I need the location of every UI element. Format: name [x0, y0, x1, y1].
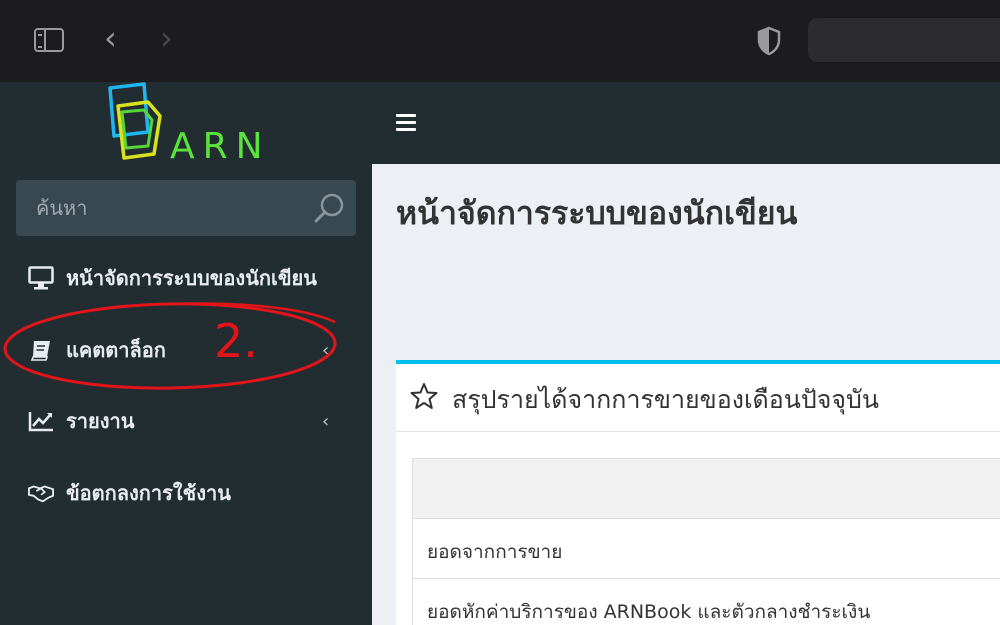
search-box	[16, 180, 356, 236]
sidebar-item-label: ข้อตกลงการใช้งาน	[66, 481, 231, 505]
revenue-summary-box: สรุปรายได้จากการขายของเดือนปัจจุบัน ยอดจ…	[396, 360, 1000, 625]
sidebar-toggle-icon[interactable]	[34, 28, 64, 52]
table-row: ยอดจากการขาย	[413, 519, 1000, 579]
forward-button[interactable]: ›	[160, 22, 173, 54]
sidebar-item-label: รายงาน	[66, 409, 135, 433]
table-cell: ยอดหักค่าบริการของ ARNBook และตัวกลางชำร…	[427, 601, 871, 623]
chevron-left-icon: ‹	[322, 339, 330, 361]
handshake-icon	[28, 480, 54, 506]
browser-toolbar: ‹ ›	[0, 0, 1000, 82]
search-icon[interactable]	[312, 190, 348, 230]
box-title: สรุปรายได้จากการขายของเดือนปัจจุบัน	[452, 385, 880, 414]
address-bar[interactable]	[808, 18, 1000, 62]
box-header: สรุปรายได้จากการขายของเดือนปัจจุบัน	[396, 364, 1000, 432]
revenue-table: ยอดจากการขาย ยอดหักค่าบริการของ ARNBook …	[412, 458, 1000, 625]
chevron-left-icon: ‹	[322, 410, 330, 432]
main-content: หน้าจัดการระบบของนักเขียน สรุปรายได้จากก…	[372, 164, 1000, 625]
table-cell: ยอดจากการขาย	[427, 541, 563, 563]
logo-wordmark: ARN	[170, 126, 271, 167]
main-header	[372, 82, 1000, 164]
shield-icon[interactable]	[756, 26, 782, 60]
sidebar-item-label: แคตตาล็อก	[66, 338, 166, 362]
sidebar-item-terms[interactable]: ข้อตกลงการใช้งาน	[0, 463, 372, 523]
sidebar-item-label: หน้าจัดการระบบของนักเขียน	[66, 266, 317, 290]
back-button[interactable]: ‹	[104, 22, 117, 54]
sidebar-item-catalog[interactable]: แคตตาล็อก ‹	[0, 320, 372, 380]
line-chart-icon	[28, 408, 54, 434]
book-icon	[28, 337, 54, 363]
table-row: ยอดหักค่าบริการของ ARNBook และตัวกลางชำร…	[413, 579, 1000, 625]
monitor-icon	[28, 265, 54, 291]
sidebar-item-dashboard[interactable]: หน้าจัดการระบบของนักเขียน	[0, 248, 372, 308]
search-input[interactable]	[16, 180, 306, 236]
table-header-row	[413, 459, 1000, 519]
star-icon	[410, 382, 438, 414]
sidebar-item-reports[interactable]: รายงาน ‹	[0, 391, 372, 451]
sidebar: ARN หน้าจัดการระบบของนักเขียน	[0, 82, 372, 625]
page-title: หน้าจัดการระบบของนักเขียน	[396, 194, 798, 232]
hamburger-menu-icon[interactable]	[396, 114, 416, 132]
